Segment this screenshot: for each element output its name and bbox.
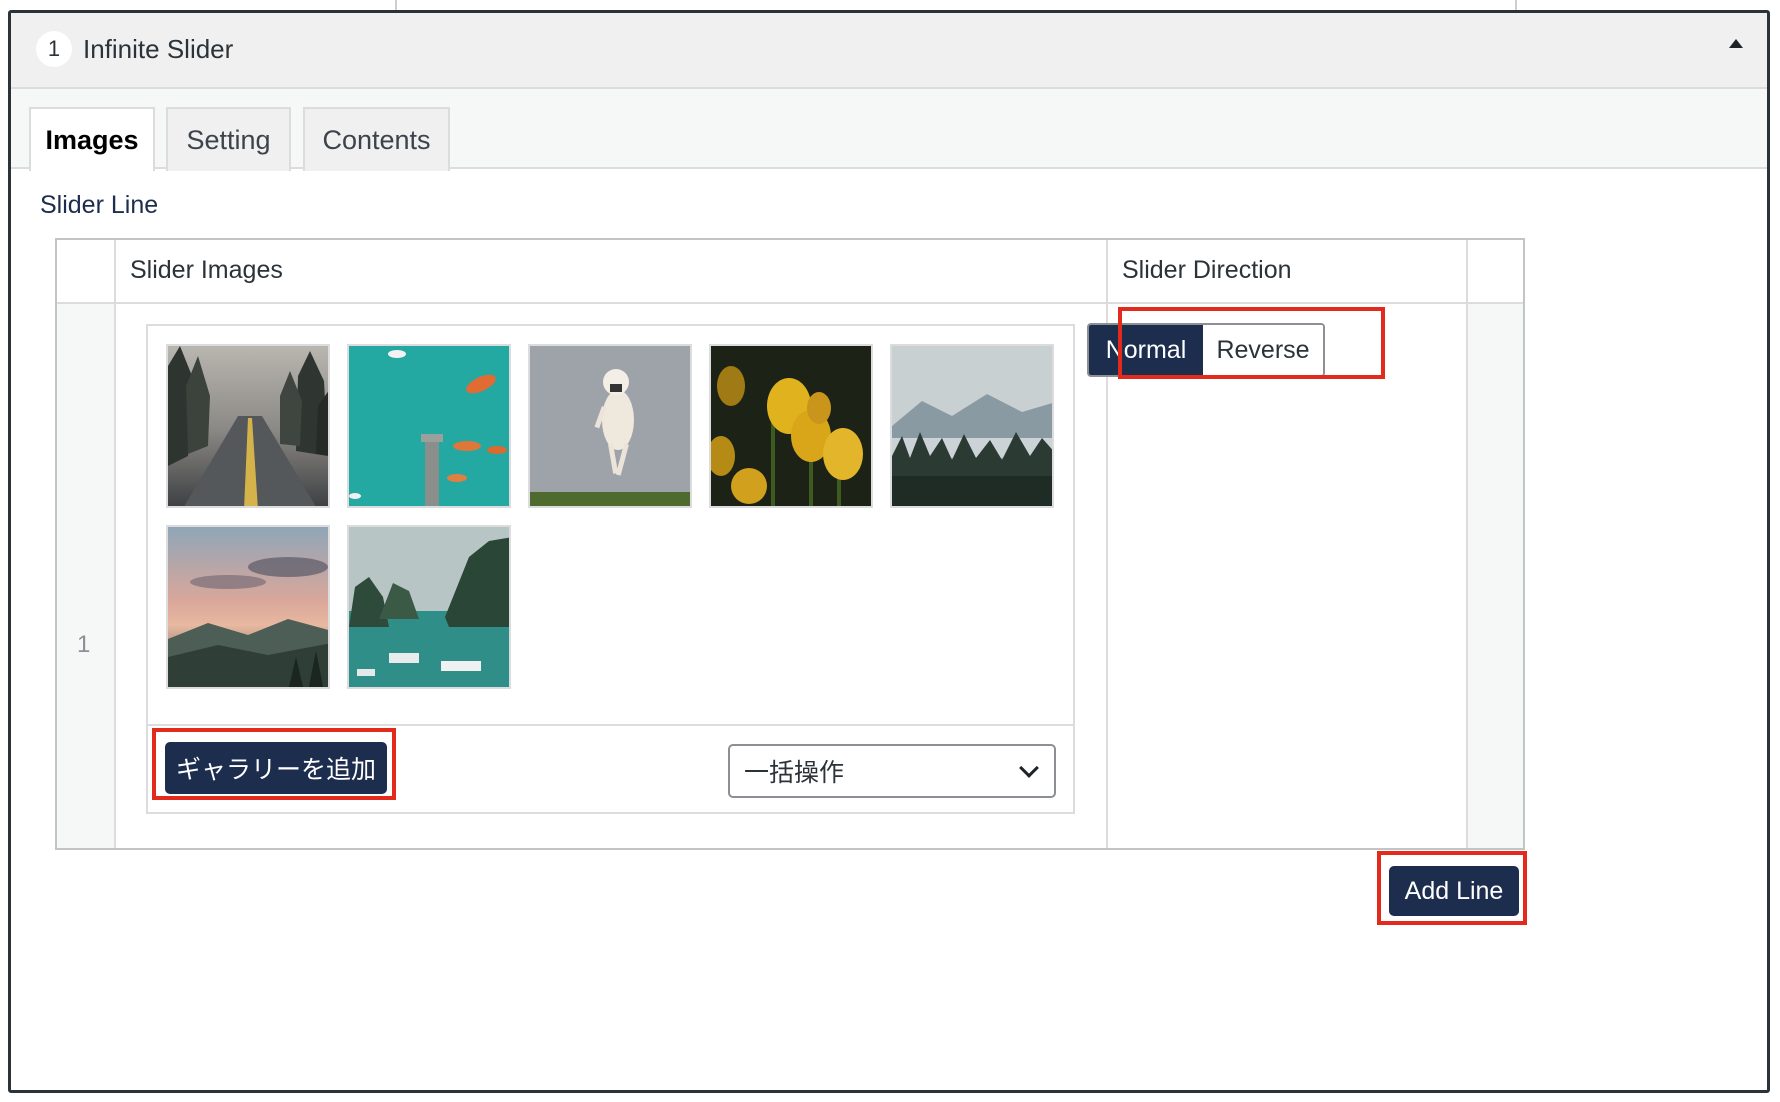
gallery-image-sunset[interactable] — [166, 525, 330, 689]
divider — [114, 240, 116, 848]
chevron-down-icon — [1019, 758, 1039, 778]
highlight-box — [1118, 307, 1385, 379]
collapse-arrow-icon[interactable] — [1729, 39, 1743, 48]
panel-number: 1 — [36, 31, 72, 67]
gallery-image-mountains[interactable] — [890, 344, 1054, 508]
divider — [148, 724, 1073, 726]
gallery-image-road[interactable] — [166, 344, 330, 508]
tab-bar: Images Setting Contents — [11, 89, 1767, 171]
bulk-action-select[interactable]: 一括操作 — [728, 744, 1056, 798]
gallery-image-dog[interactable] — [528, 344, 692, 508]
gallery-image-sea[interactable] — [347, 344, 511, 508]
section-title: Slider Line — [40, 191, 159, 219]
row-number: 1 — [77, 631, 91, 658]
divider — [395, 0, 397, 10]
tab-images[interactable]: Images — [29, 107, 155, 171]
panel-header[interactable]: 1 Infinite Slider — [11, 13, 1767, 89]
highlight-box — [1377, 851, 1527, 925]
slider-panel: 1 Infinite Slider Images Setting Content… — [8, 10, 1770, 1093]
table-header: Slider Images Slider Direction — [57, 240, 1523, 304]
header-slider-images: Slider Images — [130, 256, 283, 284]
gallery-image-bay[interactable] — [347, 525, 511, 689]
tab-contents[interactable]: Contents — [303, 107, 450, 171]
bulk-action-value: 一括操作 — [744, 759, 845, 787]
row-index-column: 1 — [57, 304, 114, 848]
divider — [1515, 0, 1517, 10]
panel-title: Infinite Slider — [83, 34, 234, 64]
divider — [1466, 240, 1468, 848]
highlight-box — [152, 728, 396, 800]
header-slider-direction: Slider Direction — [1122, 256, 1292, 284]
gallery-image-tulips[interactable] — [709, 344, 873, 508]
row-actions-column — [1466, 304, 1523, 848]
tab-setting[interactable]: Setting — [166, 107, 291, 171]
